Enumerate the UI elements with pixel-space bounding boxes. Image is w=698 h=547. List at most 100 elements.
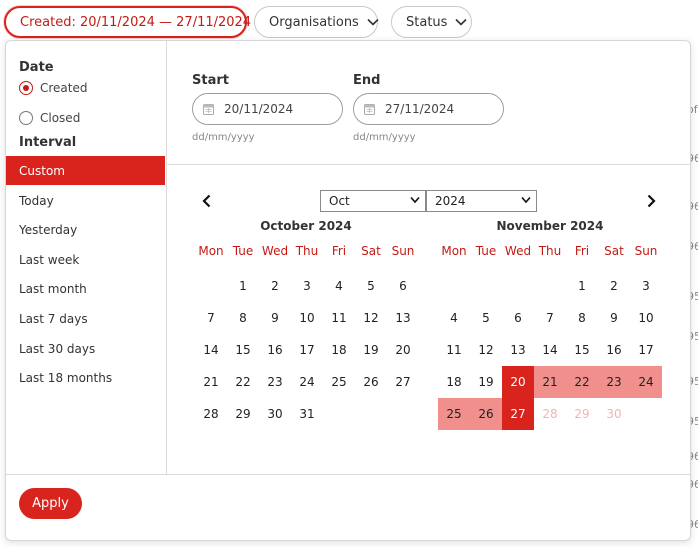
calendar-day[interactable]: 19	[470, 366, 502, 398]
interval-last-18-months[interactable]: Last 18 months	[6, 363, 165, 392]
radio-closed-label: Closed	[40, 111, 81, 125]
interval-today[interactable]: Today	[6, 186, 165, 215]
calendar-day[interactable]: 22	[566, 366, 598, 398]
date-filter-chip[interactable]: Created: 20/11/2024 — 27/11/2024	[4, 6, 271, 38]
calendar-day[interactable]: 9	[259, 302, 291, 334]
calendar-day[interactable]: 21	[195, 366, 227, 398]
calendar-day[interactable]: 18	[323, 334, 355, 366]
end-date-input[interactable]: 27/11/2024	[353, 93, 504, 125]
calendar-day[interactable]: 28	[534, 398, 566, 430]
calendar-day[interactable]: 14	[534, 334, 566, 366]
calendar-day[interactable]: 26	[355, 366, 387, 398]
weekday-header: Tue	[475, 244, 497, 258]
calendar-day[interactable]: 16	[259, 334, 291, 366]
interval-yesterday[interactable]: Yesterday	[6, 215, 165, 244]
calendar-day[interactable]: 13	[502, 334, 534, 366]
radio-closed[interactable]: Closed	[19, 111, 80, 125]
calendar-day[interactable]: 17	[291, 334, 323, 366]
calendar-day[interactable]: 23	[259, 366, 291, 398]
calendar-day[interactable]: 7	[534, 302, 566, 334]
calendar-day[interactable]: 4	[438, 302, 470, 334]
calendar-day[interactable]: 23	[598, 366, 630, 398]
calendar-day[interactable]: 13	[387, 302, 419, 334]
calendar-day[interactable]: 16	[598, 334, 630, 366]
calendar-day[interactable]: 20	[502, 366, 534, 398]
calendar-day[interactable]: 28	[195, 398, 227, 430]
next-month-button[interactable]	[643, 193, 659, 209]
calendar-day[interactable]: 25	[323, 366, 355, 398]
month-select[interactable]: Oct	[320, 190, 426, 212]
calendar-day[interactable]: 10	[291, 302, 323, 334]
calendar-day[interactable]: 18	[438, 366, 470, 398]
calendar-day[interactable]: 17	[630, 334, 662, 366]
date-heading: Date	[19, 60, 54, 75]
calendar-day[interactable]: 1	[227, 270, 259, 302]
calendar-icon	[364, 103, 375, 115]
date-sidebar: Date Created Closed Interval Custom Toda…	[6, 41, 167, 474]
weekday-header: Tue	[232, 244, 254, 258]
interval-last-week[interactable]: Last week	[6, 245, 165, 274]
weekday-header: Mon	[198, 244, 224, 258]
calendar-day[interactable]: 5	[470, 302, 502, 334]
calendar-day[interactable]: 9	[598, 302, 630, 334]
calendar-day[interactable]: 12	[470, 334, 502, 366]
calendar-day[interactable]: 19	[355, 334, 387, 366]
calendar-day[interactable]: 2	[259, 270, 291, 302]
chevron-down-icon	[455, 18, 468, 26]
calendar-day[interactable]: 15	[566, 334, 598, 366]
radio-created[interactable]: Created	[19, 81, 88, 95]
organisations-filter-label: Organisations	[269, 14, 359, 30]
calendar-day[interactable]: 21	[534, 366, 566, 398]
radio-created-indicator[interactable]	[19, 81, 33, 95]
calendar-day[interactable]: 3	[630, 270, 662, 302]
calendar-day[interactable]: 11	[438, 334, 470, 366]
interval-last-7-days[interactable]: Last 7 days	[6, 304, 165, 333]
end-date-hint: dd/mm/yyyy	[353, 132, 416, 143]
calendar-day[interactable]: 12	[355, 302, 387, 334]
calendar-day[interactable]: 20	[387, 334, 419, 366]
month-select-value: Oct	[329, 194, 350, 208]
interval-custom[interactable]: Custom	[6, 156, 165, 185]
calendar-icon	[203, 103, 214, 115]
calendar-day[interactable]: 25	[438, 398, 470, 430]
calendar-day[interactable]: 14	[195, 334, 227, 366]
calendar-day[interactable]: 27	[387, 366, 419, 398]
interval-last-month[interactable]: Last month	[6, 274, 165, 303]
interval-heading: Interval	[19, 135, 77, 150]
calendar-day[interactable]: 30	[259, 398, 291, 430]
calendar-day[interactable]: 6	[387, 270, 419, 302]
calendar-day[interactable]: 26	[470, 398, 502, 430]
calendar-day[interactable]: 5	[355, 270, 387, 302]
calendar-day[interactable]: 1	[566, 270, 598, 302]
organisations-filter-chip[interactable]: Organisations	[254, 6, 379, 38]
calendar-day[interactable]: 2	[598, 270, 630, 302]
calendar-day[interactable]: 22	[227, 366, 259, 398]
calendar-day[interactable]: 24	[291, 366, 323, 398]
calendar-day[interactable]: 10	[630, 302, 662, 334]
calendar-day[interactable]: 4	[323, 270, 355, 302]
start-date-value: 20/11/2024	[224, 102, 294, 116]
calendar-day[interactable]: 31	[291, 398, 323, 430]
interval-last-30-days[interactable]: Last 30 days	[6, 334, 165, 363]
previous-month-button[interactable]	[198, 193, 214, 209]
calendar-day[interactable]: 15	[227, 334, 259, 366]
calendar-day[interactable]: 8	[566, 302, 598, 334]
apply-button[interactable]: Apply	[19, 488, 82, 519]
status-filter-label: Status	[406, 14, 448, 30]
calendar-day[interactable]: 29	[566, 398, 598, 430]
status-filter-chip[interactable]: Status	[391, 6, 472, 38]
calendar-day[interactable]: 11	[323, 302, 355, 334]
calendar-day[interactable]: 30	[598, 398, 630, 430]
year-select[interactable]: 2024	[426, 190, 537, 212]
calendar-day[interactable]: 24	[630, 366, 662, 398]
calendar-day[interactable]: 27	[502, 398, 534, 430]
start-date-input[interactable]: 20/11/2024	[192, 93, 343, 125]
weekday-header: Sat	[604, 244, 624, 258]
calendar-day[interactable]: 7	[195, 302, 227, 334]
calendar-day[interactable]: 8	[227, 302, 259, 334]
calendar-day[interactable]: 3	[291, 270, 323, 302]
radio-closed-indicator[interactable]	[19, 111, 33, 125]
calendar-day[interactable]: 29	[227, 398, 259, 430]
radio-created-label: Created	[40, 81, 88, 95]
calendar-day[interactable]: 6	[502, 302, 534, 334]
